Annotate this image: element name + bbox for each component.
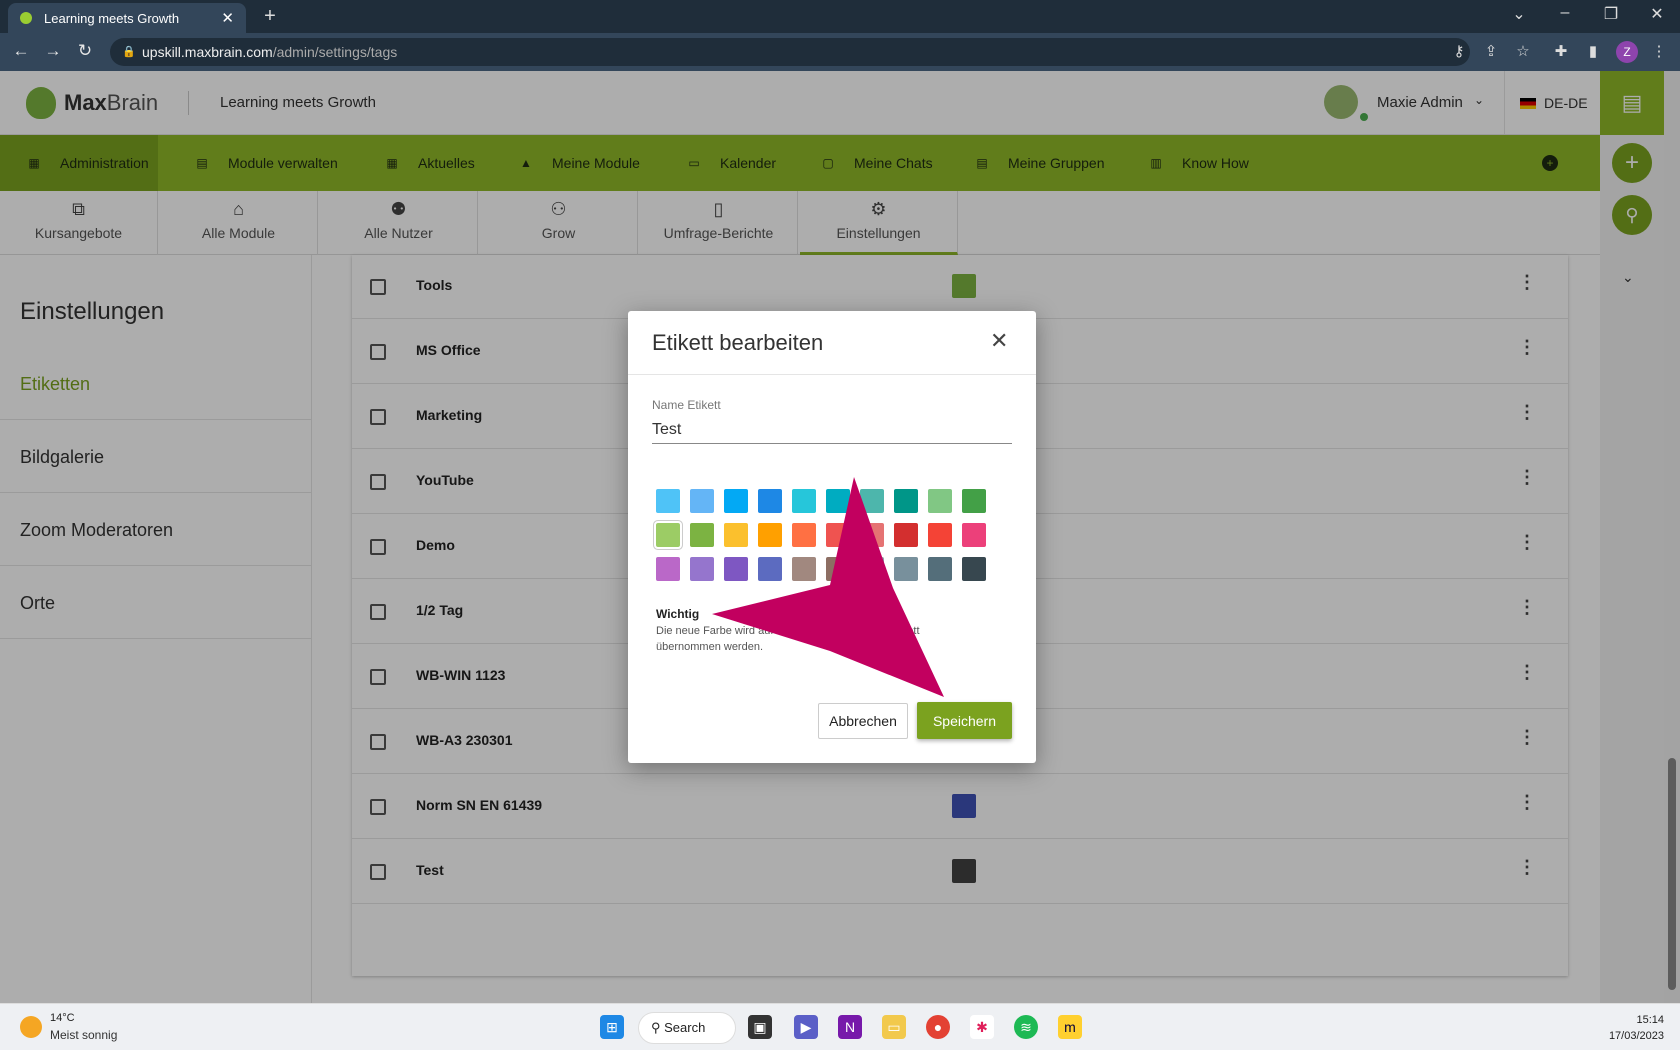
tag-name-label: Name Etikett	[652, 398, 721, 412]
system-clock[interactable]: 15:14 17/03/2023	[1600, 1012, 1664, 1044]
color-swatch[interactable]	[826, 523, 850, 547]
color-swatch[interactable]	[690, 523, 714, 547]
lock-icon: 🔒	[122, 46, 136, 58]
color-palette	[654, 489, 1006, 581]
weather-sun-icon[interactable]	[20, 1016, 42, 1038]
clock-time: 15:14	[1636, 1014, 1664, 1026]
clock-date: 17/03/2023	[1608, 1030, 1664, 1042]
minimize-icon[interactable]: –	[1550, 4, 1580, 22]
color-swatch[interactable]	[860, 557, 884, 581]
color-swatch[interactable]	[928, 557, 952, 581]
color-swatch[interactable]	[758, 523, 782, 547]
url-host: upskill.maxbrain.com	[142, 44, 273, 60]
save-button[interactable]: Speichern	[917, 702, 1012, 739]
browser-tabstrip: Learning meets Growth ✕ + ⌄ – ❐ ✕	[0, 0, 1680, 33]
color-swatch[interactable]	[792, 523, 816, 547]
onenote-icon[interactable]: N	[838, 1015, 862, 1039]
spotify-icon[interactable]: ≋	[1014, 1015, 1038, 1039]
url-path: /admin/settings/tags	[272, 44, 398, 60]
dialog-title: Etikett bearbeiten	[652, 330, 824, 355]
color-swatch[interactable]	[826, 489, 850, 513]
favicon-icon	[20, 12, 32, 24]
tag-name-input[interactable]	[652, 416, 1012, 444]
new-tab-icon[interactable]: +	[258, 4, 282, 28]
cancel-button[interactable]: Abbrechen	[818, 703, 908, 739]
note-heading: Wichtig	[656, 607, 700, 621]
browser-menu-icon[interactable]: ⋮	[1648, 42, 1670, 60]
teams-icon[interactable]: ▶	[794, 1015, 818, 1039]
chrome-icon[interactable]: ●	[926, 1015, 950, 1039]
sidepanel-icon[interactable]: ▮	[1582, 42, 1604, 60]
color-swatch[interactable]	[758, 557, 782, 581]
color-swatch[interactable]	[724, 489, 748, 513]
color-swatch[interactable]	[894, 489, 918, 513]
forward-icon[interactable]: →	[42, 41, 64, 61]
dialog-divider	[628, 374, 1036, 375]
color-swatch[interactable]	[656, 489, 680, 513]
profile-avatar[interactable]: Z	[1616, 41, 1638, 63]
tab-search-chevron-icon[interactable]: ⌄	[1504, 4, 1534, 24]
color-swatch[interactable]	[654, 521, 682, 549]
extensions-icon[interactable]: ✚	[1550, 42, 1572, 60]
task-view-icon[interactable]: ▣	[748, 1015, 772, 1039]
key-icon[interactable]: ⚷	[1448, 42, 1470, 60]
edit-tag-dialog: Etikett bearbeiten ✕ Name Etikett Wichti…	[628, 311, 1036, 763]
color-swatch[interactable]	[758, 489, 782, 513]
color-swatch[interactable]	[928, 523, 952, 547]
color-swatch[interactable]	[928, 489, 952, 513]
note-text: Die neue Farbe wird auf alle Inhalte mit…	[656, 625, 920, 653]
browser-tab[interactable]: Learning meets Growth ✕	[8, 3, 246, 33]
color-swatch[interactable]	[962, 489, 986, 513]
color-swatch[interactable]	[690, 489, 714, 513]
color-swatch[interactable]	[962, 557, 986, 581]
url-field[interactable]: 🔒 upskill.maxbrain.com/admin/settings/ta…	[110, 38, 1470, 66]
close-icon[interactable]: ✕	[990, 328, 1008, 354]
color-swatch[interactable]	[656, 557, 680, 581]
bookmark-star-icon[interactable]: ☆	[1512, 42, 1534, 60]
color-swatch[interactable]	[826, 557, 850, 581]
file-explorer-icon[interactable]: ▭	[882, 1015, 906, 1039]
color-swatch[interactable]	[962, 523, 986, 547]
weather-temp: 14°C	[50, 1012, 75, 1024]
color-swatch[interactable]	[690, 557, 714, 581]
color-swatch[interactable]	[792, 557, 816, 581]
back-icon[interactable]: ←	[10, 41, 32, 61]
color-swatch[interactable]	[724, 523, 748, 547]
color-swatch[interactable]	[792, 489, 816, 513]
windows-taskbar: 14°C Meist sonnig ⊞ ⚲ Search ▣ ▶ N ▭ ● ✱…	[0, 1003, 1680, 1050]
miro-icon[interactable]: m	[1058, 1015, 1082, 1039]
share-icon[interactable]: ⇪	[1480, 42, 1502, 60]
restore-icon[interactable]: ❐	[1596, 4, 1626, 24]
reload-icon[interactable]: ↻	[74, 41, 96, 61]
color-swatch[interactable]	[894, 523, 918, 547]
color-swatch[interactable]	[894, 557, 918, 581]
taskbar-search[interactable]: ⚲ Search	[638, 1012, 736, 1044]
browser-tab-title: Learning meets Growth	[44, 10, 180, 26]
slack-icon[interactable]: ✱	[970, 1015, 994, 1039]
color-swatch[interactable]	[860, 523, 884, 547]
window-close-icon[interactable]: ✕	[1642, 4, 1672, 24]
close-tab-icon[interactable]: ✕	[221, 9, 234, 27]
search-label: Search	[664, 1020, 706, 1035]
color-swatch[interactable]	[724, 557, 748, 581]
color-swatch[interactable]	[860, 489, 884, 513]
address-bar-row: ← → ↻ 🔒 upskill.maxbrain.com/admin/setti…	[0, 33, 1680, 71]
windows-start-icon[interactable]: ⊞	[600, 1015, 624, 1039]
weather-desc: Meist sonnig	[50, 1028, 118, 1042]
